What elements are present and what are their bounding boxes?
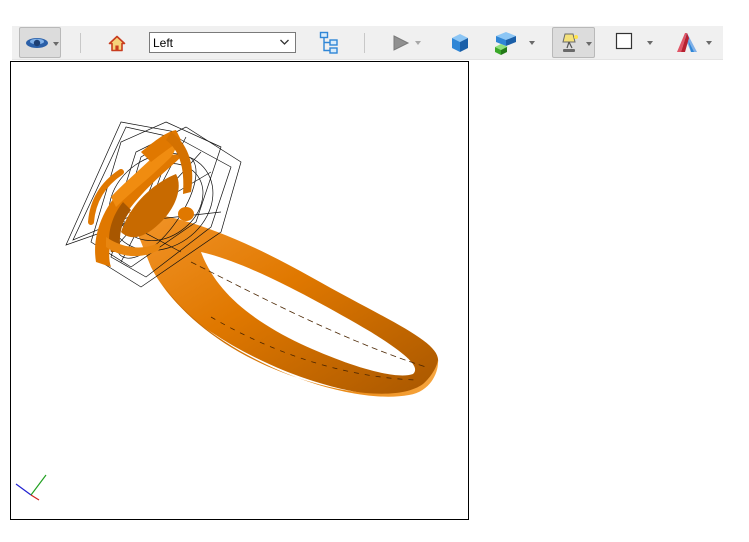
lighting-lamp-icon — [562, 33, 578, 52]
background-dropdown-caret[interactable] — [647, 41, 653, 45]
background-color-button[interactable] — [613, 30, 657, 56]
toolbar-separator — [80, 33, 81, 53]
background-color-icon — [615, 32, 633, 50]
animation-play-button[interactable] — [390, 32, 426, 54]
home-icon — [108, 35, 126, 51]
cross-section-dropdown-caret[interactable] — [706, 41, 712, 45]
model-tree-icon — [319, 31, 338, 54]
3d-viewport[interactable] — [10, 61, 469, 520]
shading-mode-button[interactable] — [448, 31, 472, 55]
viewer-toolbar: Left — [12, 26, 723, 60]
home-view-button[interactable] — [106, 32, 128, 54]
cross-section-button[interactable] — [674, 29, 718, 57]
explode-parts-icon — [495, 32, 516, 55]
axis-triad — [15, 474, 47, 501]
lighting-dropdown-caret[interactable] — [586, 42, 592, 46]
shaded-cube-icon — [452, 34, 468, 52]
toolbar-separator — [364, 33, 365, 53]
ring-model-render — [15, 121, 439, 501]
navigation-dropdown-caret[interactable] — [53, 42, 59, 46]
lighting-button[interactable] — [552, 27, 595, 58]
play-icon — [393, 35, 410, 51]
cross-section-icon — [677, 33, 697, 52]
navigation-mode-button[interactable] — [19, 27, 61, 58]
model-tree-button[interactable] — [318, 30, 342, 56]
explode-dropdown-caret[interactable] — [529, 41, 535, 45]
navigation-mode-icon — [26, 38, 48, 48]
explode-button[interactable] — [494, 29, 538, 57]
view-orientation-value: Left — [153, 35, 174, 50]
animation-dropdown-caret[interactable] — [415, 41, 421, 45]
chevron-down-icon — [280, 39, 289, 45]
view-orientation-select[interactable]: Left — [149, 32, 296, 53]
